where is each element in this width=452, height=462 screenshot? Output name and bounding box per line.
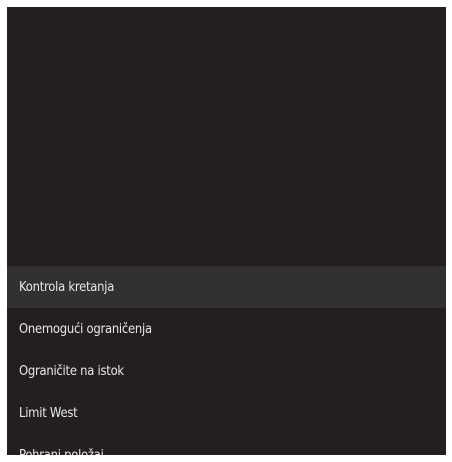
- menu-item-label: Ograničite na istok: [19, 363, 124, 379]
- tv-menu-screen: Kontrola kretanja Onemogući ograničenja …: [7, 7, 446, 455]
- menu-item-label: Onemogući ograničenja: [19, 321, 152, 337]
- menu-item-limit-east[interactable]: Ograničite na istok: [7, 350, 446, 392]
- menu-item-label: Limit West: [19, 405, 78, 421]
- menu-item-disable-limits[interactable]: Onemogući ograničenja: [7, 308, 446, 350]
- menu-item-limit-west[interactable]: Limit West: [7, 392, 446, 434]
- menu-item-motor-control[interactable]: Kontrola kretanja: [7, 266, 446, 308]
- menu-item-label: Kontrola kretanja: [19, 279, 115, 295]
- menu-item-label: Pohrani položaj: [19, 447, 104, 455]
- menu-item-store-position[interactable]: Pohrani položaj: [7, 434, 446, 455]
- settings-menu-list: Kontrola kretanja Onemogući ograničenja …: [7, 266, 446, 455]
